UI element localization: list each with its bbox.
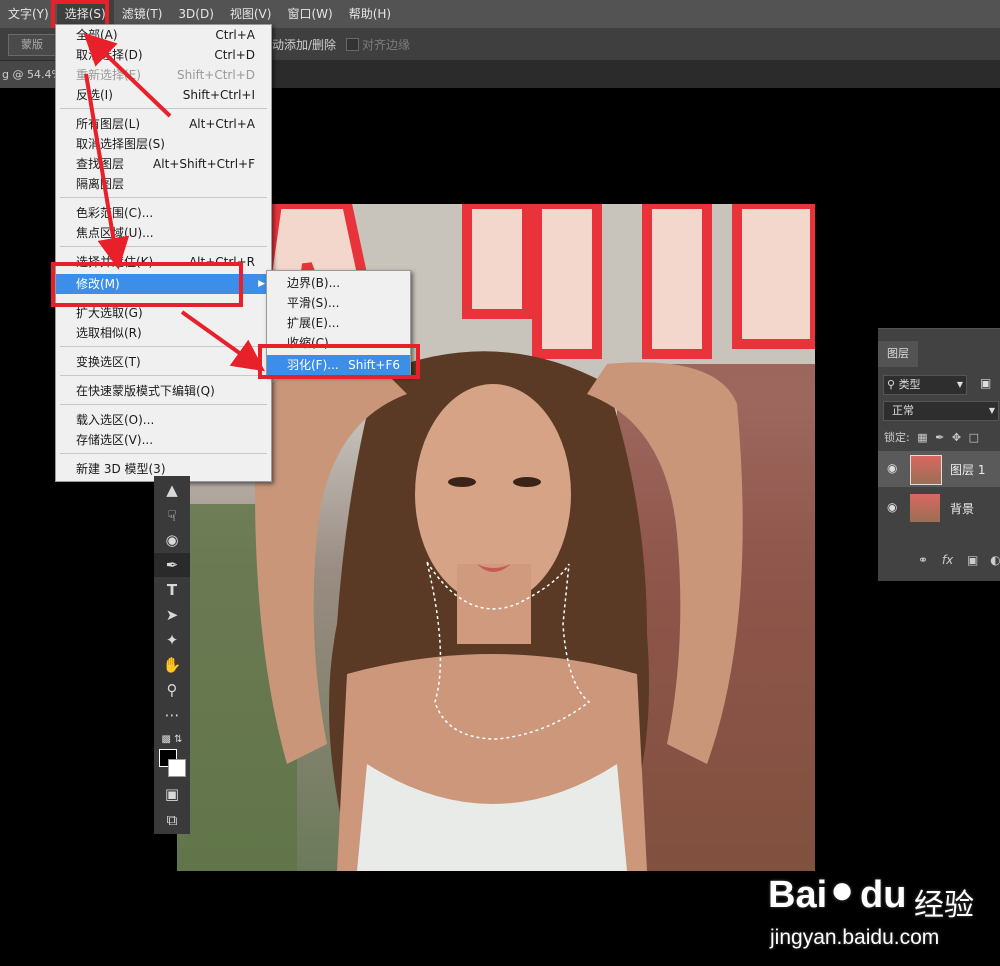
menu-separator xyxy=(60,246,267,247)
submenu-item-smooth[interactable]: 平滑(S)... xyxy=(267,293,410,313)
layer-row[interactable]: ◉ 背景 xyxy=(878,491,1000,525)
layer-name: 图层 1 xyxy=(950,463,986,477)
layer-filter-label: 类型 xyxy=(898,378,921,391)
menu-separator xyxy=(60,375,267,376)
menu-item-similar[interactable]: 选取相似(R) xyxy=(56,323,271,343)
fx-icon[interactable]: fx xyxy=(942,553,953,567)
search-icon: ⚲ xyxy=(887,378,896,391)
align-edges-label: 对齐边缘 xyxy=(362,38,411,52)
layer-thumbnail xyxy=(910,455,942,485)
lock-artboard-icon[interactable]: □ xyxy=(969,431,979,444)
menu-item-quick-mask[interactable]: 在快速蒙版模式下编辑(Q) xyxy=(56,381,271,401)
adjustment-layer-icon[interactable]: ◐ xyxy=(990,553,1000,567)
menu-item-deselect[interactable]: 取消选择(D) Ctrl+D xyxy=(56,45,271,65)
menu-item-transform-selection[interactable]: 变换选区(T) xyxy=(56,352,271,372)
menu-separator xyxy=(60,453,267,454)
eye-icon[interactable]: ◉ xyxy=(887,461,897,475)
menu-separator xyxy=(60,404,267,405)
layers-tab[interactable]: 图层 xyxy=(878,341,918,367)
layer-row[interactable]: ◉ 图层 1 xyxy=(878,451,1000,487)
link-layers-icon[interactable]: ⚭ xyxy=(918,553,928,567)
layer-filter-select[interactable]: ⚲ 类型 ▼ xyxy=(883,375,967,395)
add-mask-icon[interactable]: ▣ xyxy=(967,553,978,567)
submenu-item-border[interactable]: 边界(B)... xyxy=(267,273,410,293)
menu-item-inverse[interactable]: 反选(I) Shift+Ctrl+I xyxy=(56,85,271,105)
tools-panel: ▲ ☟ ◉ ✒ T ➤ ✦ ✋ ⚲ ⋯ ▩ ⇅ ▣ ⧉ xyxy=(154,476,190,834)
lock-row: 锁定: ▦ ✒ ✥ □ xyxy=(884,429,979,445)
image-filter-icon[interactable]: ▣ xyxy=(980,376,991,390)
pen-icon[interactable]: ✒ xyxy=(154,553,190,577)
smudge-icon[interactable]: ☟ xyxy=(154,504,190,528)
path-select-icon[interactable]: ➤ xyxy=(154,603,190,627)
shape-icon[interactable]: ✦ xyxy=(154,628,190,652)
mask-button[interactable]: 蒙版 xyxy=(8,34,56,56)
menu-item-color-range[interactable]: 色彩范围(C)... xyxy=(56,203,271,223)
chevron-down-icon: ▼ xyxy=(988,406,995,415)
lock-label: 锁定: xyxy=(884,431,910,444)
menu-item-focus-area[interactable]: 焦点区域(U)... xyxy=(56,223,271,243)
quick-mask-icon[interactable]: ▣ xyxy=(154,782,190,806)
type-icon[interactable]: T xyxy=(154,578,190,602)
menu-item-reselect[interactable]: 重新选择(E) Shift+Ctrl+D xyxy=(56,65,271,85)
auto-add-delete-label: 动添加/删除 xyxy=(272,38,337,52)
layers-footer: ⚭ fx ▣ ◐ xyxy=(918,553,1000,567)
menu-item-save-selection[interactable]: 存储选区(V)... xyxy=(56,430,271,450)
watermark-url: jingyan.baidu.com xyxy=(770,926,940,949)
hand-icon[interactable]: ✋ xyxy=(154,653,190,677)
menu-item-select-all[interactable]: 全部(A) Ctrl+A xyxy=(56,25,271,45)
lock-move-icon[interactable]: ✥ xyxy=(952,431,961,444)
submenu-arrow-icon: ▶ xyxy=(258,279,265,289)
watermark-brand-2: du xyxy=(860,874,907,916)
blend-mode-value: 正常 xyxy=(892,404,914,417)
watermark-brand: Bai xyxy=(768,874,828,916)
menu-help[interactable]: 帮助(H) xyxy=(341,0,399,28)
screen-mode-icon[interactable]: ⧉ xyxy=(154,808,190,832)
menu-item-load-selection[interactable]: 载入选区(O)... xyxy=(56,410,271,430)
layer-name: 背景 xyxy=(950,502,975,516)
menu-item-find-layers[interactable]: 查找图层 Alt+Shift+Ctrl+F xyxy=(56,154,271,174)
menu-separator xyxy=(60,346,267,347)
menu-text[interactable]: 文字(Y) xyxy=(0,0,57,28)
menu-separator xyxy=(60,108,267,109)
layer-thumbnail xyxy=(910,494,940,522)
annotation-box-modify xyxy=(51,262,243,307)
paint-bucket-icon[interactable]: ▲ xyxy=(154,478,190,502)
background-color-swatch[interactable] xyxy=(168,759,186,777)
select-menu-dropdown: 全部(A) Ctrl+A 取消选择(D) Ctrl+D 重新选择(E) Shift+C… xyxy=(55,24,272,482)
zoom-icon[interactable]: ⚲ xyxy=(154,678,190,702)
menu-item-isolate-layers[interactable]: 隔离图层 xyxy=(56,174,271,194)
layers-panel: 图层 ⚲ 类型 ▼ ▣ 正常 ▼ 锁定: ▦ ✒ ✥ □ ◉ 图层 1 ◉ 背景… xyxy=(878,328,1000,581)
eye-icon[interactable]: ◉ xyxy=(887,500,897,514)
more-tools-icon[interactable]: ⋯ xyxy=(154,703,190,727)
annotation-box-feather xyxy=(258,344,420,379)
blend-mode-select[interactable]: 正常 ▼ xyxy=(883,401,999,421)
submenu-item-expand[interactable]: 扩展(E)... xyxy=(267,313,410,333)
dodge-icon[interactable]: ◉ xyxy=(154,528,190,552)
menu-item-all-layers[interactable]: 所有图层(L) Alt+Ctrl+A xyxy=(56,114,271,134)
watermark-suffix: 经验 xyxy=(914,889,974,922)
lock-paint-icon[interactable]: ✒ xyxy=(935,431,944,444)
menu-item-deselect-layers[interactable]: 取消选择图层(S) xyxy=(56,134,271,154)
document-tab[interactable]: g @ 54.4% ( xyxy=(0,61,60,88)
baidu-watermark: Bai ● du 经验 jingyan.baidu.com xyxy=(768,868,988,958)
paw-icon: ● xyxy=(830,868,855,912)
chevron-down-icon: ▼ xyxy=(956,380,963,389)
menu-window[interactable]: 窗口(W) xyxy=(279,0,340,28)
menu-separator xyxy=(60,197,267,198)
lock-transparent-icon[interactable]: ▦ xyxy=(917,431,927,444)
align-edges-checkbox[interactable] xyxy=(346,38,359,51)
